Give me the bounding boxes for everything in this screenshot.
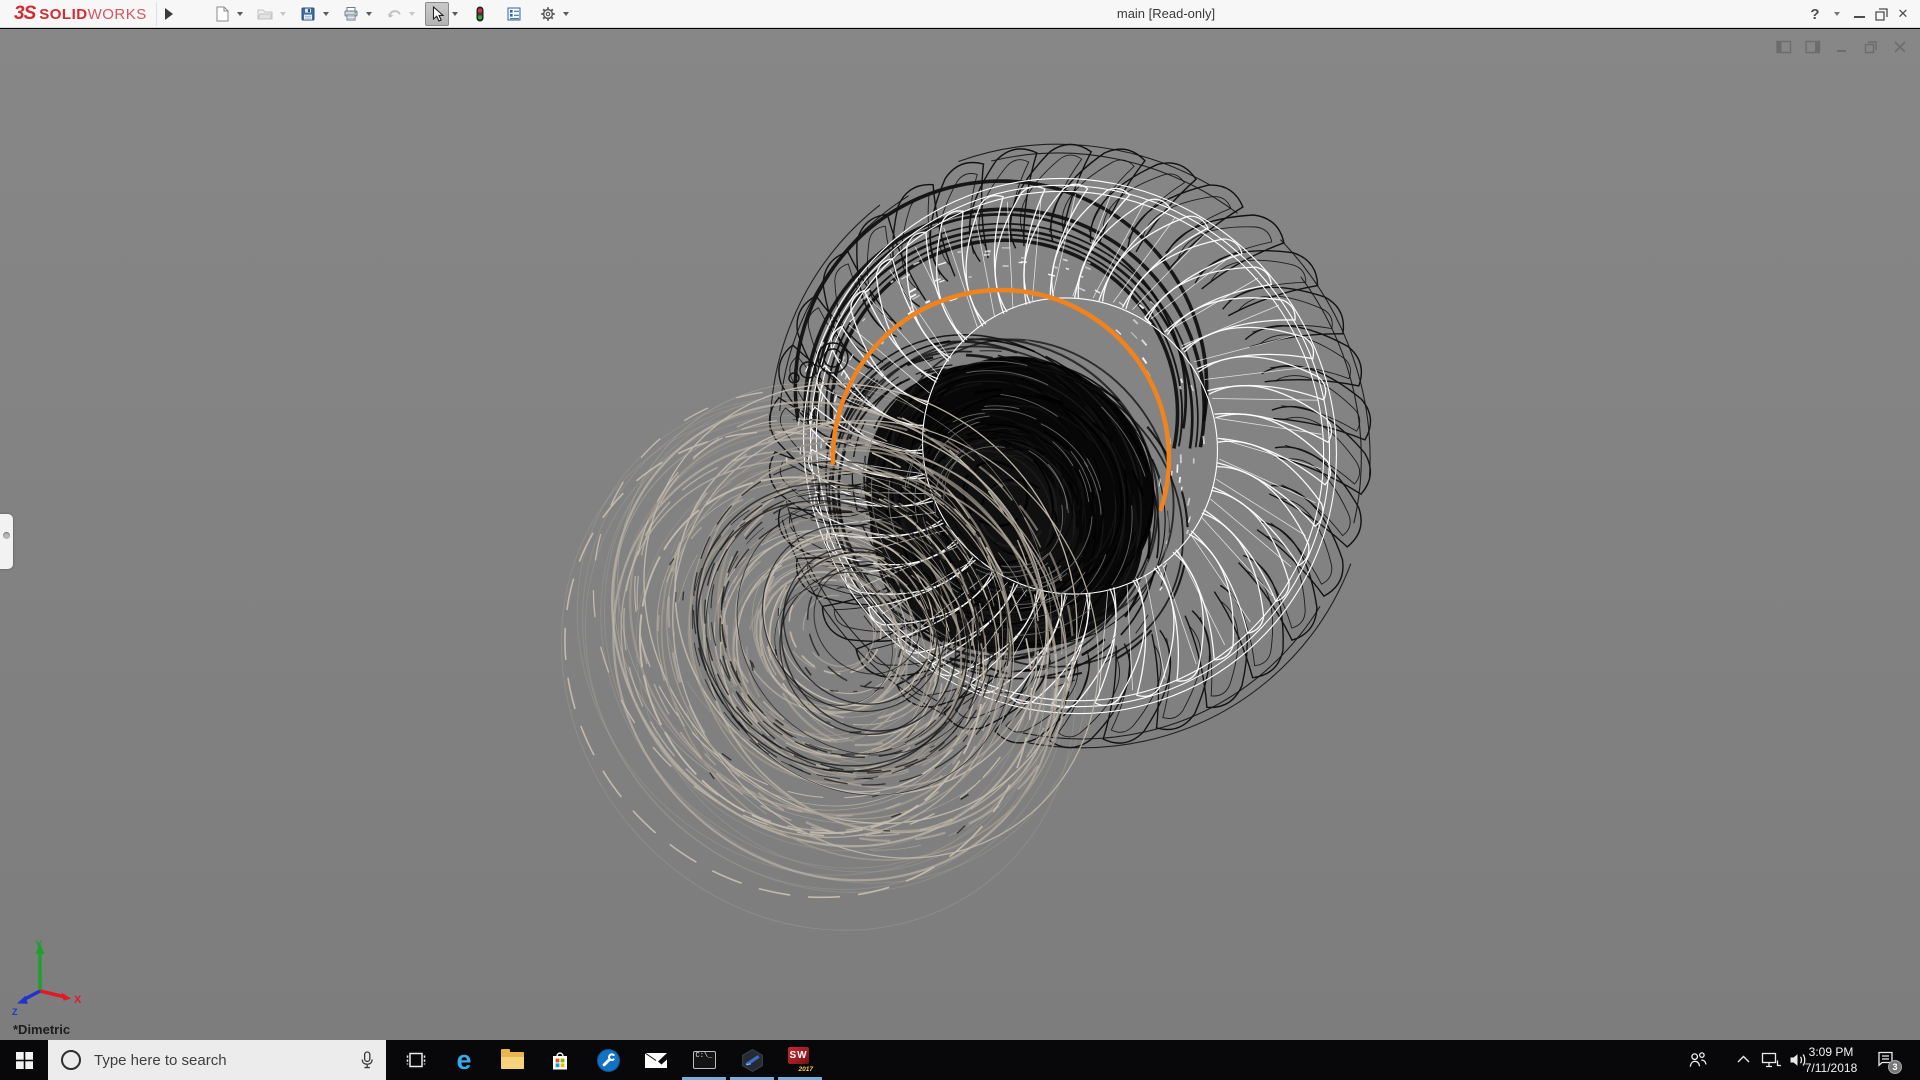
chevron-down-icon[interactable]	[563, 12, 569, 16]
taskbar-search[interactable]: Type here to search	[48, 1040, 386, 1080]
command-prompt-icon: C:\_	[692, 1051, 716, 1069]
close-button[interactable]: ✕	[1892, 0, 1914, 28]
doc-minimize-icon[interactable]	[1834, 39, 1850, 54]
minimize-icon	[1853, 16, 1865, 18]
options-gear-button[interactable]	[531, 1, 574, 27]
help-dropdown[interactable]	[1826, 0, 1848, 28]
edge-icon: e	[456, 1044, 472, 1075]
engine-model-wireframe[interactable]	[0, 29, 1920, 1040]
brand-light: WORKS	[87, 5, 147, 23]
document-window-controls	[1776, 39, 1908, 54]
xpress-products-button[interactable]	[463, 1, 497, 27]
save-icon	[296, 2, 320, 26]
brand-mark: 3S	[14, 3, 36, 24]
taskbar-app-settings-wrench[interactable]	[584, 1040, 632, 1080]
taskbar-clock[interactable]: 3:09 PM 7/11/2018	[1800, 1044, 1862, 1076]
undo-icon	[382, 2, 406, 26]
title-bar: 3S SOLID WORKS main [Read-only] ? ✕	[0, 0, 1920, 28]
taskbar-app-command-prompt[interactable]: C:\_	[680, 1040, 728, 1080]
options-gear-icon	[536, 2, 560, 26]
flyout-triangle-icon	[165, 8, 173, 20]
properties-button[interactable]	[497, 1, 531, 27]
document-title: main [Read-only]	[1116, 6, 1216, 21]
new-document-icon	[210, 2, 234, 26]
toolbar-separator	[156, 2, 157, 26]
select-icon	[425, 2, 449, 26]
chevron-down-icon[interactable]	[280, 12, 286, 16]
pane-left-icon[interactable]	[1776, 39, 1792, 54]
minimize-button[interactable]	[1848, 0, 1870, 28]
new-document-button[interactable]	[205, 1, 248, 27]
open-button[interactable]	[248, 1, 291, 27]
taskbar-app-edge[interactable]: e	[440, 1040, 488, 1080]
taskbar-app-solidworks-2017[interactable]: SW 2017	[776, 1040, 824, 1080]
window-controls: ? ✕	[1804, 0, 1914, 28]
taskbar-app-file-explorer[interactable]	[488, 1040, 536, 1080]
properties-icon	[502, 2, 526, 26]
taskbar-app-hexagon-tool[interactable]	[728, 1040, 776, 1080]
restore-button[interactable]	[1870, 0, 1892, 28]
solidworks-icon: SW 2017	[787, 1047, 813, 1073]
store-icon	[553, 1051, 567, 1069]
doc-close-icon[interactable]	[1892, 39, 1908, 54]
restore-icon	[1874, 7, 1888, 21]
z-axis-label: Z	[12, 1007, 18, 1017]
notification-badge: 3	[1888, 1060, 1902, 1074]
print-button[interactable]	[334, 1, 377, 27]
action-center-button[interactable]: 3	[1876, 1050, 1902, 1074]
chevron-down-icon[interactable]	[452, 12, 458, 16]
cortana-icon	[61, 1050, 81, 1070]
hexagon-tool-icon	[741, 1048, 763, 1072]
feature-tree-collapsed-tab[interactable]	[0, 514, 13, 569]
open-icon	[253, 2, 277, 26]
wrench-tool-icon	[596, 1048, 620, 1072]
pane-right-icon[interactable]	[1805, 39, 1821, 54]
clock-time: 3:09 PM	[1808, 1045, 1854, 1059]
microphone-icon[interactable]	[359, 1050, 375, 1070]
task-view-icon	[406, 1052, 426, 1068]
mail-icon	[644, 1052, 667, 1068]
save-button[interactable]	[291, 1, 334, 27]
undo-button[interactable]	[377, 1, 420, 27]
taskbar-app-mail[interactable]	[632, 1040, 680, 1080]
chevron-down-icon[interactable]	[323, 12, 329, 16]
chevron-down-icon[interactable]	[366, 12, 372, 16]
orientation-triad: Y X Z	[12, 939, 82, 1017]
solidworks-logo: 3S SOLID WORKS	[14, 0, 147, 28]
x-axis-label: X	[74, 994, 82, 1006]
taskbar-app-store[interactable]	[536, 1040, 584, 1080]
menu-flyout-arrow[interactable]	[160, 4, 178, 24]
file-explorer-icon	[500, 1048, 524, 1069]
brand-bold: SOLID	[39, 5, 88, 23]
taskbar-app-icons: e C:\_ SW 2017	[392, 1040, 824, 1080]
print-icon	[339, 2, 363, 26]
clock-date: 7/11/2018	[1804, 1061, 1858, 1075]
chevron-down-icon	[1834, 12, 1840, 16]
network-icon[interactable]	[1761, 1051, 1782, 1069]
graphics-viewport[interactable]: Y X Z *Dimetric	[0, 29, 1920, 1040]
xpress-products-icon	[468, 2, 492, 26]
x-axis-arrow	[61, 992, 71, 1001]
taskbar-app-task-view[interactable]	[392, 1040, 440, 1080]
doc-restore-icon[interactable]	[1863, 39, 1879, 54]
search-placeholder: Type here to search	[94, 1051, 227, 1069]
chevron-down-icon[interactable]	[237, 12, 243, 16]
quick-access-toolbar	[205, 0, 574, 28]
start-button[interactable]	[0, 1040, 48, 1080]
chevron-down-icon[interactable]	[409, 12, 415, 16]
windows-taskbar: Type here to search e C:\_ SW 2017 3:09 PM …	[0, 1040, 1920, 1080]
help-button[interactable]: ?	[1804, 0, 1826, 28]
select-button[interactable]	[420, 1, 463, 27]
people-icon[interactable]	[1688, 1051, 1708, 1069]
view-orientation-label: *Dimetric	[13, 1022, 71, 1037]
chevron-up-icon[interactable]	[1735, 1051, 1752, 1068]
tab-handle-dot	[3, 532, 10, 539]
y-axis-label: Y	[35, 939, 43, 951]
windows-logo-icon	[15, 1051, 33, 1069]
